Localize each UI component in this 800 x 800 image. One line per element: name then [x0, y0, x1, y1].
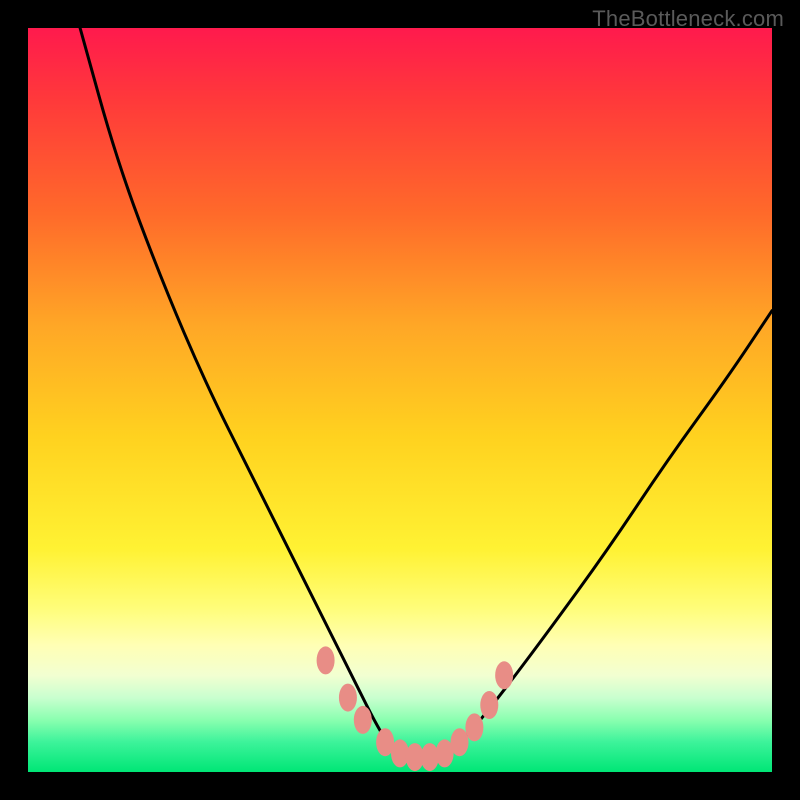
marker-dot — [354, 706, 372, 734]
marker-dot — [317, 646, 335, 674]
marker-dot — [451, 728, 469, 756]
watermark-text: TheBottleneck.com — [592, 6, 784, 32]
marker-dot — [465, 713, 483, 741]
bottleneck-curve — [28, 28, 772, 772]
plot-area — [28, 28, 772, 772]
marker-dot — [339, 684, 357, 712]
curve-path — [80, 28, 772, 757]
marker-dot — [495, 661, 513, 689]
marker-dot — [480, 691, 498, 719]
chart-frame: TheBottleneck.com — [0, 0, 800, 800]
